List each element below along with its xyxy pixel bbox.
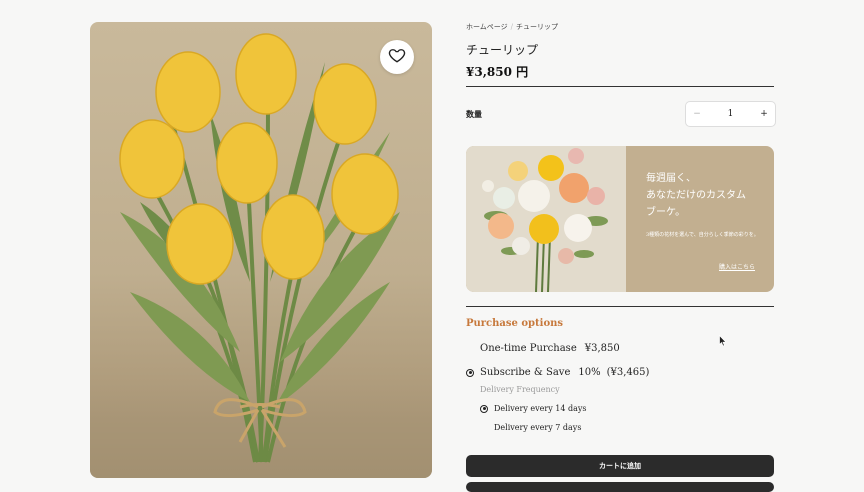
frequency-option-7-days[interactable]: Delivery every 7 days	[480, 423, 581, 432]
product-title: チューリップ	[466, 43, 539, 57]
tulip-bouquet-illustration	[90, 33, 432, 478]
custom-bouquet-banner[interactable]: 毎週届く、 あなただけのカスタム ブーケ。 3種類の花材を選んで、自分らしく季節…	[466, 146, 774, 292]
radio-button-selected[interactable]	[480, 404, 488, 413]
product-image	[90, 22, 432, 478]
subscribe-save-option[interactable]: Subscribe & Save 10% (¥3,465)	[466, 367, 649, 378]
quantity-increase-button[interactable]: +	[753, 109, 775, 119]
divider	[466, 86, 774, 87]
heart-icon	[388, 46, 406, 68]
subscribe-price: (¥3,465)	[606, 367, 650, 378]
breadcrumb-home-link[interactable]: ホームページ	[466, 23, 508, 31]
product-price: ¥3,850 円	[466, 65, 529, 79]
radio-button[interactable]	[466, 345, 474, 353]
breadcrumb-current: チューリップ	[516, 23, 559, 31]
purchase-options-title: Purchase options	[466, 318, 564, 329]
quantity-label: 数量	[466, 109, 482, 119]
banner-purchase-link[interactable]: 購入はこちら	[719, 262, 755, 271]
mouse-pointer-icon	[719, 332, 727, 351]
radio-button-selected[interactable]	[466, 368, 474, 377]
quantity-value[interactable]: 1	[720, 109, 742, 119]
secondary-action-button[interactable]	[466, 482, 774, 492]
delivery-frequency-label: Delivery Frequency	[480, 385, 560, 394]
one-time-price: ¥3,850	[584, 343, 620, 354]
subscribe-discount: 10%	[578, 367, 601, 378]
add-to-cart-button[interactable]: カートに追加	[466, 455, 774, 477]
quantity-decrease-button[interactable]: −	[686, 109, 708, 119]
breadcrumb-separator: /	[510, 23, 514, 31]
divider	[466, 306, 774, 307]
frequency-option-14-days[interactable]: Delivery every 14 days	[480, 404, 587, 413]
breadcrumb: ホームページ / チューリップ	[466, 22, 558, 32]
bouquet-photo	[466, 146, 626, 292]
quantity-stepper: − 1 +	[685, 101, 776, 127]
banner-heading: 毎週届く、 あなただけのカスタム ブーケ。	[646, 173, 746, 218]
one-time-purchase-option[interactable]: One-time Purchase ¥3,850	[466, 343, 620, 354]
banner-subtext: 3種類の花材を選んで、自分らしく季節の彩りを。	[646, 232, 759, 238]
radio-button[interactable]	[480, 424, 488, 432]
wishlist-button[interactable]	[380, 40, 414, 74]
